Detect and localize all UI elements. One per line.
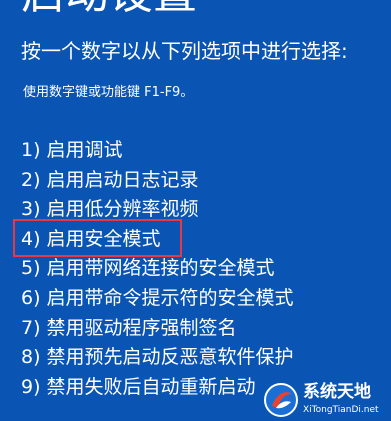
- instruction-text: 按一个数字以从下列选项中进行选择:: [21, 39, 348, 63]
- key-hint-text: 使用数字键或功能键 F1-F9。: [23, 85, 194, 100]
- option-disable-early-antimalware[interactable]: 8) 禁用预先启动反恶意软件保护: [21, 343, 294, 373]
- startup-options-list: 1) 启用调试 2) 启用启动日志记录 3) 启用低分辨率视频 4) 启用安全模…: [21, 136, 294, 402]
- option-enable-debugging[interactable]: 1) 启用调试: [21, 136, 294, 166]
- system-tiandi-logo-icon: [264, 383, 298, 417]
- option-disable-driver-signature-enforcement[interactable]: 7) 禁用驱动程序强制签名: [21, 314, 294, 344]
- option-enable-boot-logging[interactable]: 2) 启用启动日志记录: [21, 166, 294, 196]
- watermark-name: 系统天地: [303, 382, 371, 402]
- safe-mode-highlight-box: [13, 219, 182, 257]
- option-enable-safe-mode-networking[interactable]: 5) 启用带网络连接的安全模式: [21, 254, 294, 284]
- option-enable-safe-mode-command-prompt[interactable]: 6) 启用带命令提示符的安全模式: [21, 284, 294, 314]
- watermark-url: XiTongTianDi.net: [303, 405, 379, 415]
- watermark: 系统天地 XiTongTianDi.net: [263, 382, 387, 418]
- page-title: 启动设置: [21, 0, 197, 18]
- option-disable-auto-restart[interactable]: 9) 禁用失败后自动重新启动: [21, 373, 294, 403]
